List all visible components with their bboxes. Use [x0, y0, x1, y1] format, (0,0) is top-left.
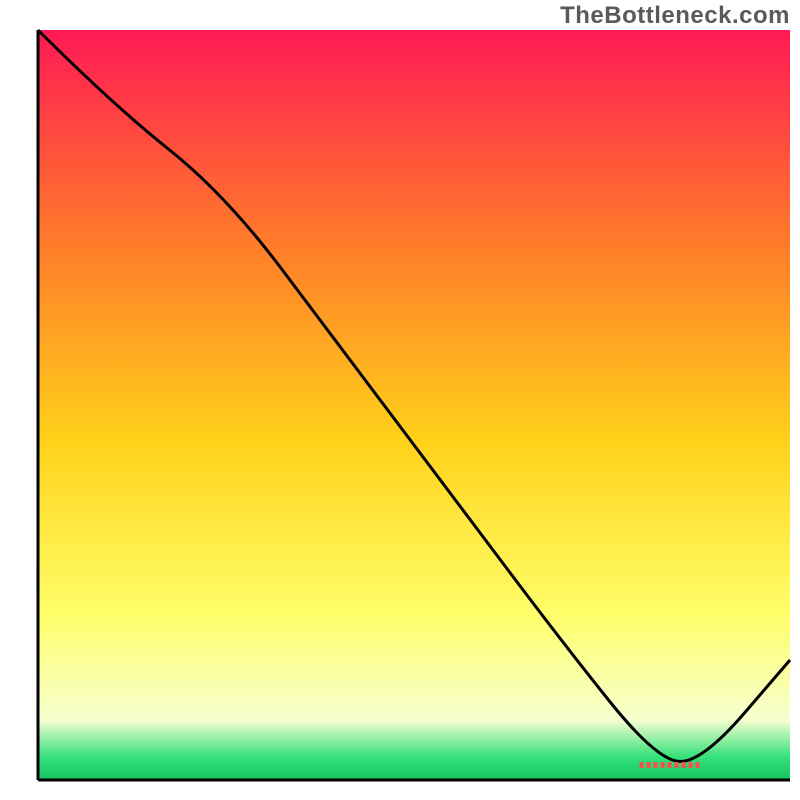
bottleneck-chart	[0, 0, 800, 800]
plot-background	[38, 30, 790, 780]
watermark-text: TheBottleneck.com	[560, 2, 790, 30]
chart-container: TheBottleneck.com	[0, 0, 800, 800]
